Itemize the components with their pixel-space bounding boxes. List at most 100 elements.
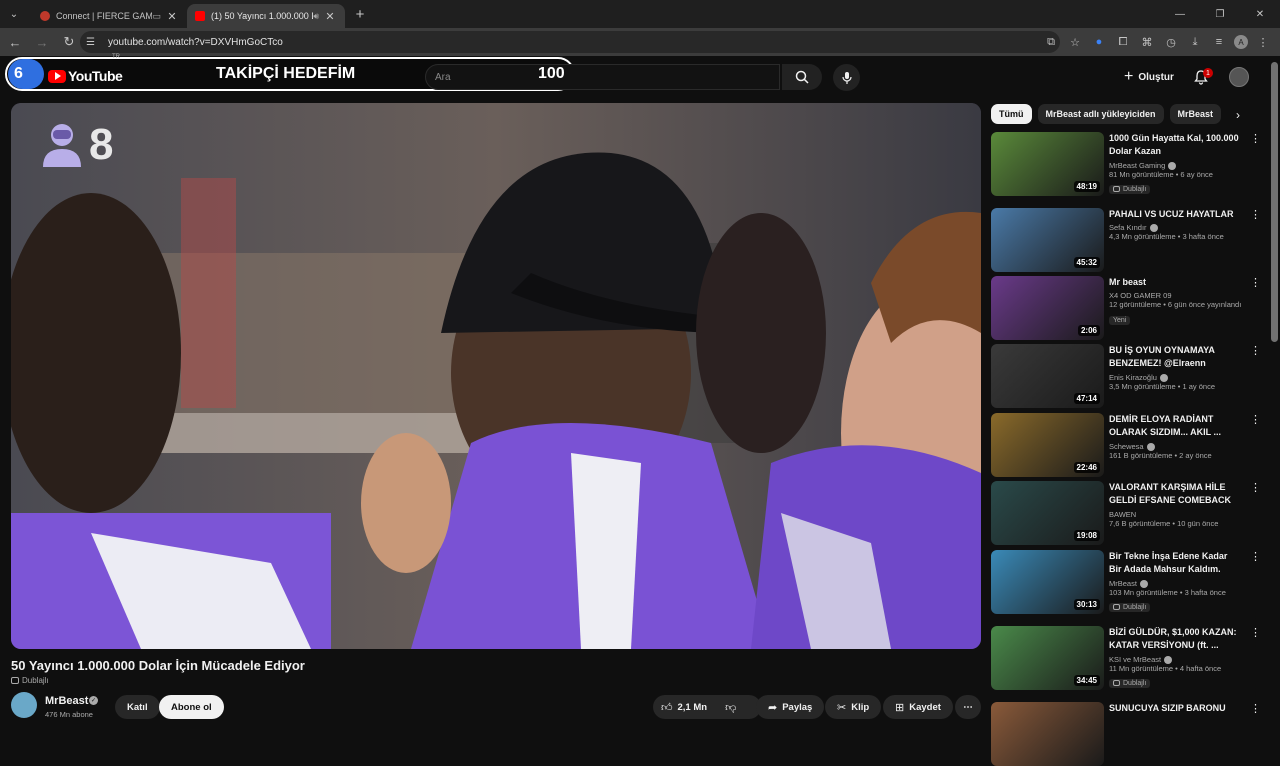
chip-mrbeast[interactable]: MrBeast [1169, 104, 1222, 124]
recommendation-channel[interactable]: Enis Kirazoğlu [1109, 373, 1259, 382]
close-window-icon[interactable]: ✕ [1240, 0, 1280, 28]
recommendation-item[interactable]: 22:46 DEMİR ELOYA RADİANT OLARAK SIZDIM..… [991, 413, 1261, 477]
download-icon[interactable]: ⤓ [1186, 32, 1204, 52]
video-thumbnail[interactable]: 48:19 [991, 132, 1104, 196]
share-button[interactable]: ➦ Paylaş [756, 695, 825, 719]
forward-icon[interactable]: → [30, 30, 54, 54]
recommendation-channel[interactable]: X4 OD GAMER 09 [1109, 291, 1259, 300]
channel-name[interactable]: MrBeast [45, 695, 88, 707]
count-badge: 6 [8, 59, 44, 89]
create-button[interactable]: + Oluştur [1114, 65, 1184, 89]
translate-icon[interactable]: ⌘ [1138, 32, 1156, 52]
search-input[interactable]: Ara [425, 64, 780, 90]
subscribe-button[interactable]: Abone ol [159, 695, 224, 719]
address-bar[interactable]: ☰ youtube.com/watch?v=DXVHmGoCTco [80, 31, 1060, 53]
dubbed-icon [11, 677, 19, 684]
recommendation-channel[interactable]: MrBeast [1109, 579, 1259, 588]
recommendation-title[interactable]: PAHALI VS UCUZ HAYATLAR [1109, 208, 1239, 221]
recommendation-item[interactable]: SUNUCUYA SIZIP BARONU ⋮ [991, 702, 1261, 766]
more-options-icon[interactable]: ⋮ [1250, 210, 1261, 221]
reload-icon[interactable]: ↻ [57, 30, 81, 54]
recommendation-channel[interactable]: Schewesa [1109, 442, 1259, 451]
browser-tab-1[interactable]: Connect | FIERCE GAMING ▭ ✕ [32, 4, 187, 28]
video-thumbnail[interactable]: 45:32 [991, 208, 1104, 272]
recommendation-title[interactable]: Bir Tekne İnşa Edene Kadar Bir Adada Mah… [1109, 550, 1239, 576]
recommendation-title[interactable]: DEMİR ELOYA RADİANT OLARAK SIZDIM... AKI… [1109, 413, 1239, 439]
join-button[interactable]: Katıl [115, 695, 160, 719]
video-thumbnail[interactable]: 47:14 [991, 344, 1104, 408]
new-tab-button[interactable]: + [349, 6, 371, 23]
chip-all[interactable]: Tümü [991, 104, 1032, 124]
chip-from-uploader[interactable]: MrBeast adlı yükleyiciden [1037, 104, 1164, 124]
recommendation-channel[interactable]: KSI ve MrBeast [1109, 655, 1259, 664]
more-options-icon[interactable]: ⋮ [1250, 552, 1261, 563]
minimize-icon[interactable]: — [1160, 0, 1200, 28]
extension-icon[interactable]: ● [1090, 32, 1108, 52]
more-options-icon[interactable]: ⋮ [1250, 483, 1261, 494]
more-options-icon[interactable]: ⋮ [1250, 278, 1261, 289]
recommendation-channel[interactable]: Sefa Kındır [1109, 223, 1259, 232]
channel-avatar[interactable] [11, 692, 37, 718]
back-icon[interactable]: ← [3, 30, 27, 54]
video-thumbnail[interactable]: 22:46 [991, 413, 1104, 477]
recommendation-channel[interactable]: MrBeast Gaming [1109, 161, 1259, 170]
menu-dots-icon[interactable]: ⋮ [1254, 32, 1272, 52]
like-icon[interactable]: 👍︎ [661, 701, 673, 714]
recommendation-title[interactable]: BİZİ GÜLDÜR, $1,000 KAZAN: KATAR VERSİYO… [1109, 626, 1239, 652]
page-scrollbar[interactable] [1271, 62, 1278, 342]
close-tab-icon[interactable]: ✕ [165, 10, 179, 23]
puzzle-icon[interactable]: ⧠ [1114, 32, 1132, 52]
more-options-icon[interactable]: ⋮ [1250, 415, 1261, 426]
recommendation-title[interactable]: 1000 Gün Hayatta Kal, 100.000 Dolar Kaza… [1109, 132, 1239, 158]
dislike-icon[interactable]: 👎︎ [725, 701, 736, 714]
voice-search-button[interactable] [833, 64, 860, 91]
cast-icon[interactable]: ⧉ [1042, 32, 1060, 52]
save-button[interactable]: ⊞ Kaydet [883, 695, 953, 719]
more-options-icon[interactable]: ⋮ [1250, 704, 1261, 715]
search-placeholder: Ara [435, 71, 451, 83]
more-actions-button[interactable]: ⋯ [955, 695, 981, 719]
view-count-and-date: 161 B görüntüleme • 2 ay önce [1109, 451, 1212, 460]
video-thumbnail[interactable]: 30:13 [991, 550, 1104, 614]
badge-label: Dublajlı [1123, 185, 1147, 193]
like-count[interactable]: 2,1 Mn [678, 702, 708, 713]
dubbed-indicator: Dublajlı [11, 676, 49, 685]
close-tab-icon[interactable]: ✕ [323, 10, 337, 23]
filter-chips: Tümü MrBeast adlı yükleyiciden MrBeast [991, 103, 1261, 125]
recommendation-title[interactable]: Mr beast [1109, 276, 1239, 289]
recommendation-title[interactable]: VALORANT KARŞIMA HİLE GELDİ EFSANE COMEB… [1109, 481, 1239, 507]
maximize-icon[interactable]: ❐ [1200, 0, 1240, 28]
recommendation-title[interactable]: SUNUCUYA SIZIP BARONU [1109, 702, 1239, 715]
recommendation-item[interactable]: 2:06 Mr beast X4 OD GAMER 09 12 görüntüleme… [991, 276, 1261, 340]
search-button[interactable] [782, 64, 822, 90]
video-thumbnail[interactable]: 34:45 [991, 626, 1104, 690]
recommendation-item[interactable]: 19:08 VALORANT KARŞIMA HİLE GELDİ EFSANE … [991, 481, 1261, 545]
browser-tab-2[interactable]: (1) 50 Yayıncı 1.000.000 Dolar 🔊︎ ✕ [187, 4, 345, 28]
recommendation-item[interactable]: 47:14 BU İŞ OYUN OYNAMAYA BENZEMEZ! @Elra… [991, 344, 1261, 408]
video-thumbnail[interactable] [991, 702, 1104, 766]
recommendation-badge: Dublajlı [1109, 678, 1151, 688]
reading-list-icon[interactable]: ≡ [1210, 32, 1228, 52]
video-thumbnail[interactable]: 19:08 [991, 481, 1104, 545]
bookmark-star-icon[interactable]: ☆ [1066, 32, 1084, 52]
audio-icon[interactable]: 🔊︎ [313, 11, 319, 22]
recommendation-channel[interactable]: BAWEN [1109, 510, 1259, 519]
video-thumbnail[interactable]: 2:06 [991, 276, 1104, 340]
recommendation-item[interactable]: 48:19 1000 Gün Hayatta Kal, 100.000 Dolar… [991, 132, 1261, 196]
recommendation-item[interactable]: 34:45 BİZİ GÜLDÜR, $1,000 KAZAN: KATAR VE… [991, 626, 1261, 690]
account-avatar[interactable] [1229, 67, 1249, 87]
more-options-icon[interactable]: ⋮ [1250, 134, 1261, 145]
site-info-icon[interactable]: ☰ [86, 37, 102, 48]
profile-avatar[interactable]: A [1234, 35, 1248, 49]
history-icon[interactable]: ◷ [1162, 32, 1180, 52]
recommendation-title[interactable]: BU İŞ OYUN OYNAMAYA BENZEMEZ! @Elraenn Y… [1109, 344, 1239, 370]
youtube-logo[interactable]: YouTube [48, 68, 123, 84]
more-options-icon[interactable]: ⋮ [1250, 346, 1261, 357]
tab-search-button[interactable]: ⌄ [0, 0, 28, 28]
clip-button[interactable]: ✂ Klip [825, 695, 882, 719]
recommendation-item[interactable]: 45:32 PAHALI VS UCUZ HAYATLAR Sefa Kındır 4… [991, 208, 1261, 272]
more-options-icon[interactable]: ⋮ [1250, 628, 1261, 639]
recommendation-item[interactable]: 30:13 Bir Tekne İnşa Edene Kadar Bir Adad… [991, 550, 1261, 614]
video-player[interactable]: 8 [11, 103, 981, 649]
chevron-right-icon[interactable]: › [1236, 108, 1240, 122]
